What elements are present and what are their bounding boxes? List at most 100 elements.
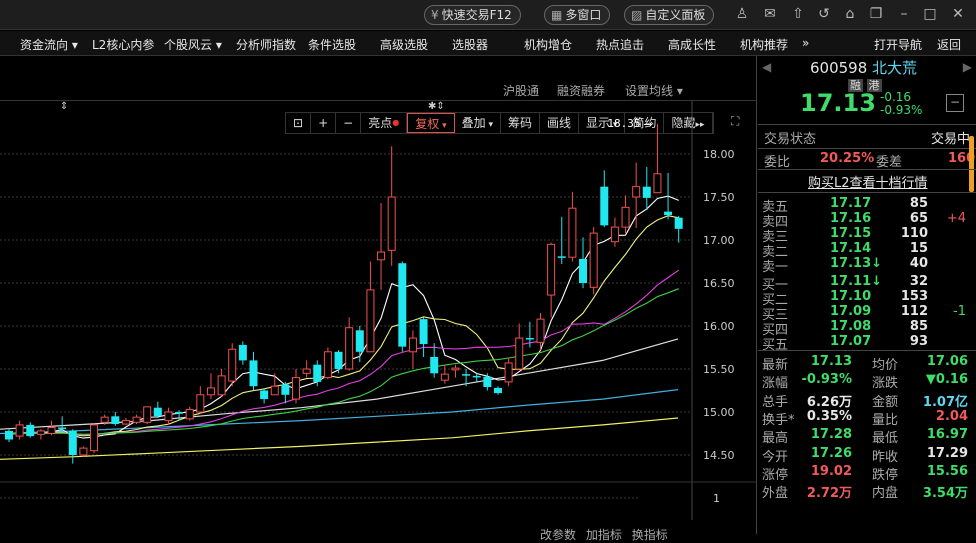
candle bbox=[217, 375, 226, 396]
undo-icon[interactable]: ↺ bbox=[814, 6, 834, 22]
order-price: 17.17 bbox=[830, 196, 872, 211]
candle bbox=[366, 289, 375, 353]
order-book-row: 卖二 17.14 15 bbox=[762, 241, 972, 260]
mail-icon[interactable]: ✉ bbox=[760, 6, 780, 22]
price-change-pct: -0.93% bbox=[880, 103, 923, 117]
maximize-icon[interactable]: □ bbox=[920, 6, 940, 22]
y-tick-label: 15.00 bbox=[703, 406, 735, 419]
order-price: 17.16 bbox=[830, 211, 872, 226]
scrollbar[interactable] bbox=[969, 136, 974, 192]
order-vol: 85 bbox=[909, 196, 928, 211]
order-price: 17.09 bbox=[830, 304, 872, 319]
divider bbox=[758, 148, 976, 149]
candle bbox=[302, 368, 311, 374]
shirt-icon[interactable]: ⌂ bbox=[840, 6, 860, 22]
candle bbox=[642, 186, 651, 198]
candle bbox=[515, 337, 524, 370]
candle bbox=[185, 408, 194, 420]
candle bbox=[292, 377, 301, 400]
order-price: 17.11↓ bbox=[830, 274, 883, 289]
stat-label: 昨收 bbox=[872, 449, 899, 465]
order-price: 17.15 bbox=[830, 226, 872, 241]
candle bbox=[632, 186, 641, 198]
y-tick-label: 18.00 bbox=[703, 148, 735, 161]
order-vol: 93 bbox=[909, 334, 928, 349]
divider bbox=[758, 124, 976, 125]
stat-value: 15.56 bbox=[926, 463, 968, 479]
stat-value: ▼0.16 bbox=[925, 372, 968, 388]
l2-purchase-link[interactable]: 购买L2查看十档行情 bbox=[808, 172, 928, 191]
candle bbox=[164, 411, 173, 422]
candle bbox=[260, 390, 269, 400]
candle bbox=[504, 362, 513, 383]
stat-row: 最新 17.13 均价 17.06 bbox=[762, 354, 972, 373]
candle bbox=[206, 387, 215, 396]
candle bbox=[493, 387, 502, 394]
y-tick-label: 16.50 bbox=[703, 277, 735, 290]
candle bbox=[589, 232, 598, 288]
candle bbox=[345, 327, 354, 370]
stat-label: 均价 bbox=[872, 358, 899, 373]
candle bbox=[398, 263, 407, 347]
order-book-row: 买五 17.07 93 bbox=[762, 334, 972, 353]
order-book-row: 卖五 17.17 85 bbox=[762, 196, 972, 215]
back-button[interactable]: 返回 bbox=[937, 36, 961, 53]
open-nav-button[interactable]: 打开导航 bbox=[874, 36, 922, 53]
stat-label: 涨跌 bbox=[872, 376, 899, 392]
candle bbox=[228, 348, 237, 382]
stat-label: 总手 bbox=[762, 394, 789, 410]
stat-label: 最低 bbox=[872, 431, 899, 447]
close-icon[interactable]: ✕ bbox=[948, 6, 968, 22]
stat-value: 2.72万 bbox=[806, 486, 852, 502]
y-tick-label: 17.00 bbox=[703, 234, 735, 247]
next-stock-arrow[interactable]: ▶ bbox=[963, 60, 972, 74]
candle bbox=[238, 344, 247, 361]
stat-value: 16.97 bbox=[926, 427, 968, 443]
minimize-icon[interactable]: – bbox=[894, 6, 914, 22]
order-price: 17.13↓ bbox=[830, 256, 883, 271]
order-book-row: 买三 17.09 112 -1 bbox=[762, 304, 972, 323]
stat-label: 涨幅 bbox=[762, 376, 789, 392]
candlestick-chart[interactable]: 18.00 17.50 17.00 16.50 16.00 15.50 15.00 14.50… bbox=[0, 0, 757, 534]
stat-value: -0.93% bbox=[801, 372, 853, 388]
stat-value: 17.29 bbox=[926, 445, 968, 461]
stat-label: 最高 bbox=[762, 431, 789, 447]
prev-stock-arrow[interactable]: ◀ bbox=[762, 60, 771, 74]
order-vol: 32 bbox=[909, 274, 928, 289]
high-price-label: 18.35 bbox=[607, 117, 640, 130]
candle bbox=[451, 367, 460, 371]
candle bbox=[387, 196, 396, 251]
stat-row: 最高 17.28 最低 16.97 bbox=[762, 427, 972, 447]
y-tick-label: 17.50 bbox=[703, 191, 735, 204]
y-tick-label: 14.50 bbox=[703, 449, 735, 462]
candle bbox=[536, 318, 545, 343]
stat-value: 2.04 bbox=[935, 408, 968, 424]
candle bbox=[355, 330, 364, 352]
menu-item[interactable]: » bbox=[802, 36, 809, 50]
stat-label: 涨停 bbox=[762, 467, 789, 483]
candle bbox=[132, 416, 141, 423]
divider bbox=[758, 169, 976, 170]
candle bbox=[472, 375, 481, 378]
stat-label: 内盘 bbox=[872, 486, 899, 502]
order-book-row: 卖四 17.16 65 +4 bbox=[762, 211, 972, 230]
candle bbox=[79, 447, 88, 456]
y-tick-label: 15.50 bbox=[703, 363, 735, 376]
candle bbox=[568, 207, 577, 258]
stat-value: 6.26万 bbox=[806, 394, 852, 410]
candle bbox=[249, 360, 258, 387]
stat-value: 17.28 bbox=[810, 427, 852, 443]
stat-value: 17.13 bbox=[810, 354, 852, 369]
candle bbox=[323, 351, 332, 379]
upload-icon[interactable]: ⇧ bbox=[788, 6, 808, 22]
collapse-button[interactable]: − bbox=[946, 94, 964, 112]
order-vol: 65 bbox=[909, 211, 928, 226]
restore-layout-icon[interactable]: ❐ bbox=[866, 6, 886, 22]
order-chg: +4 bbox=[946, 211, 966, 226]
candle bbox=[674, 217, 683, 229]
candle bbox=[430, 356, 439, 374]
candle bbox=[547, 243, 556, 296]
stock-code: 600598 bbox=[810, 59, 868, 77]
stat-label: 今开 bbox=[762, 449, 789, 465]
stat-row: 总手 6.26万 金额 1.07亿 bbox=[762, 391, 972, 410]
